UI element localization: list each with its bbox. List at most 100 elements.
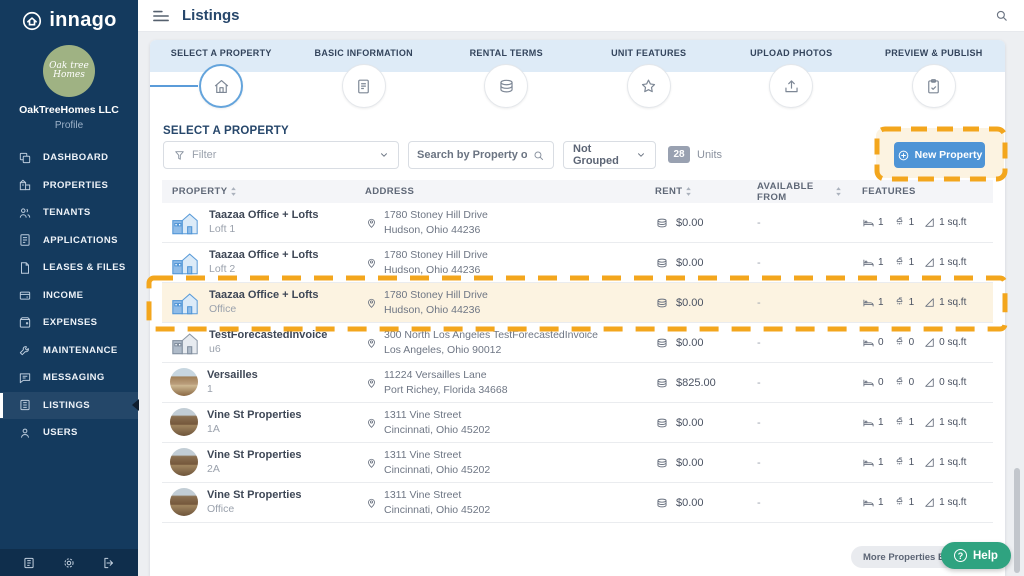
sidebar-item-dashboard[interactable]: DASHBOARD [0, 144, 138, 172]
sidebar-item-income[interactable]: INCOME [0, 282, 138, 310]
innago-house-icon [21, 10, 43, 32]
filter-dropdown[interactable] [163, 141, 399, 169]
new-property-label: New Property [915, 149, 983, 161]
table-row[interactable]: Taazaa Office + Lofts Loft 2 1780 Stoney… [162, 243, 993, 283]
location-pin-icon [365, 376, 378, 389]
step-circle-rental-terms[interactable] [484, 64, 528, 108]
sidebar-item-expenses[interactable]: EXPENSES [0, 309, 138, 337]
sidebar-item-leases-files[interactable]: LEASES & FILES [0, 254, 138, 282]
features-cell: 0 0 0 sq.ft [842, 336, 993, 349]
star-icon [639, 77, 658, 96]
sidebar-item-messaging[interactable]: MESSAGING [0, 364, 138, 392]
scrollbar-thumb[interactable] [1014, 468, 1020, 573]
search-input[interactable] [417, 149, 527, 161]
group-by-select[interactable]: Not Grouped [563, 141, 656, 169]
table-row[interactable]: Vine St Properties Office 1311 Vine Stre… [162, 483, 993, 523]
step-circle-upload-photos[interactable] [769, 64, 813, 108]
menu-toggle-button[interactable] [153, 9, 169, 23]
global-search-button[interactable] [994, 8, 1009, 23]
table-row[interactable]: Vine St Properties 2A 1311 Vine Street C… [162, 443, 993, 483]
document-icon [354, 77, 373, 96]
property-name: Vine St Properties [207, 408, 302, 423]
property-address: 300 North Los Angeles TestForecastedInvo… [384, 328, 598, 357]
sidebar-item-tenants[interactable]: TENANTS [0, 199, 138, 227]
sidebar-item-label: APPLICATIONS [43, 235, 118, 246]
step-basic-information: BASIC INFORMATION [293, 40, 436, 108]
search-icon[interactable] [532, 149, 545, 162]
org-name: OakTreeHomes LLC [0, 104, 138, 116]
location-pin-icon [365, 496, 378, 509]
beds-count: 1 [878, 417, 884, 428]
property-name: Taazaa Office + Lofts [209, 208, 319, 223]
topbar: Listings [138, 0, 1024, 32]
features-cell: 1 1 1 sq.ft [842, 296, 993, 309]
property-thumbnail [170, 249, 200, 276]
column-header-rent[interactable]: RENT [637, 186, 737, 197]
unit-name: 1 [207, 383, 258, 397]
sidebar-item-users[interactable]: USERS [0, 419, 138, 447]
area-triangle-icon [923, 336, 936, 349]
shower-icon [893, 496, 906, 509]
available-from-value: - [737, 337, 842, 349]
table-row[interactable]: Taazaa Office + Lofts Office 1780 Stoney… [162, 283, 993, 323]
sidebar-item-listings[interactable]: LISTINGS [0, 392, 138, 420]
sidebar-footer [0, 549, 138, 576]
step-circle-basic-information[interactable] [342, 64, 386, 108]
available-from-value: - [737, 497, 842, 509]
unit-name: Loft 2 [209, 263, 319, 277]
features-cell: 1 1 1 sq.ft [842, 496, 993, 509]
step-circle-select-property[interactable] [199, 64, 243, 108]
sqft-value: 1 sq.ft [939, 217, 966, 228]
messaging-icon [18, 371, 32, 385]
rent-value: $0.00 [676, 297, 704, 309]
step-label: PREVIEW & PUBLISH [885, 48, 983, 58]
sidebar-item-label: DASHBOARD [43, 152, 108, 163]
table-row[interactable]: TestForecastedInvoice u6 300 North Los A… [162, 323, 993, 363]
avatar[interactable]: Oak tree Homes [43, 45, 95, 97]
bed-icon [862, 296, 875, 309]
sidebar-item-properties[interactable]: PROPERTIES [0, 172, 138, 200]
column-header-property[interactable]: PROPERTY [162, 186, 352, 197]
features-cell: 1 1 1 sq.ft [842, 216, 993, 229]
sidebar-item-label: LEASES & FILES [43, 262, 126, 273]
sqft-value: 1 sq.ft [939, 297, 966, 308]
area-triangle-icon [923, 216, 936, 229]
column-header-available-from[interactable]: AVAILABLE FROM [737, 181, 842, 203]
logo-text: innago [49, 9, 116, 32]
property-name: Taazaa Office + Lofts [209, 248, 319, 263]
logout-icon[interactable] [102, 556, 116, 570]
filter-input[interactable] [192, 149, 373, 161]
bed-icon [862, 416, 875, 429]
new-property-button[interactable]: New Property [894, 142, 985, 168]
rent-coins-icon [655, 456, 669, 470]
available-from-value: - [737, 417, 842, 429]
table-row[interactable]: Vine St Properties 1A 1311 Vine Street C… [162, 403, 993, 443]
applications-icon [18, 233, 32, 247]
expenses-icon [18, 316, 32, 330]
chevron-down-icon [379, 150, 389, 160]
shower-icon [893, 376, 906, 389]
innago-logo: innago [0, 0, 138, 32]
sidebar-item-maintenance[interactable]: MAINTENANCE [0, 337, 138, 365]
profile-link[interactable]: Profile [0, 120, 138, 131]
table-row[interactable]: Taazaa Office + Lofts Loft 1 1780 Stoney… [162, 203, 993, 243]
property-search[interactable] [408, 141, 554, 169]
chevron-down-icon [636, 150, 646, 160]
area-triangle-icon [923, 296, 936, 309]
step-label: BASIC INFORMATION [315, 48, 413, 58]
baths-count: 1 [909, 457, 915, 468]
table-row[interactable]: Versailles 1 11224 Versailles Lane Port … [162, 363, 993, 403]
sidebar-item-label: MESSAGING [43, 372, 105, 383]
help-button[interactable]: ? Help [941, 542, 1011, 569]
rent-value: $0.00 [676, 217, 704, 229]
gear-icon[interactable] [62, 556, 76, 570]
bed-icon [862, 336, 875, 349]
step-circle-unit-features[interactable] [627, 64, 671, 108]
properties-table: PROPERTY ADDRESS RENT AVAILABLE FROM FEA… [162, 180, 993, 523]
sidebar-item-applications[interactable]: APPLICATIONS [0, 227, 138, 255]
document-icon[interactable] [22, 556, 36, 570]
step-circle-preview-publish[interactable] [912, 64, 956, 108]
rent-value: $0.00 [676, 257, 704, 269]
unit-name: Office [207, 503, 302, 517]
stepper: SELECT A PROPERTY BASIC INFORMATION RENT… [150, 40, 1005, 108]
